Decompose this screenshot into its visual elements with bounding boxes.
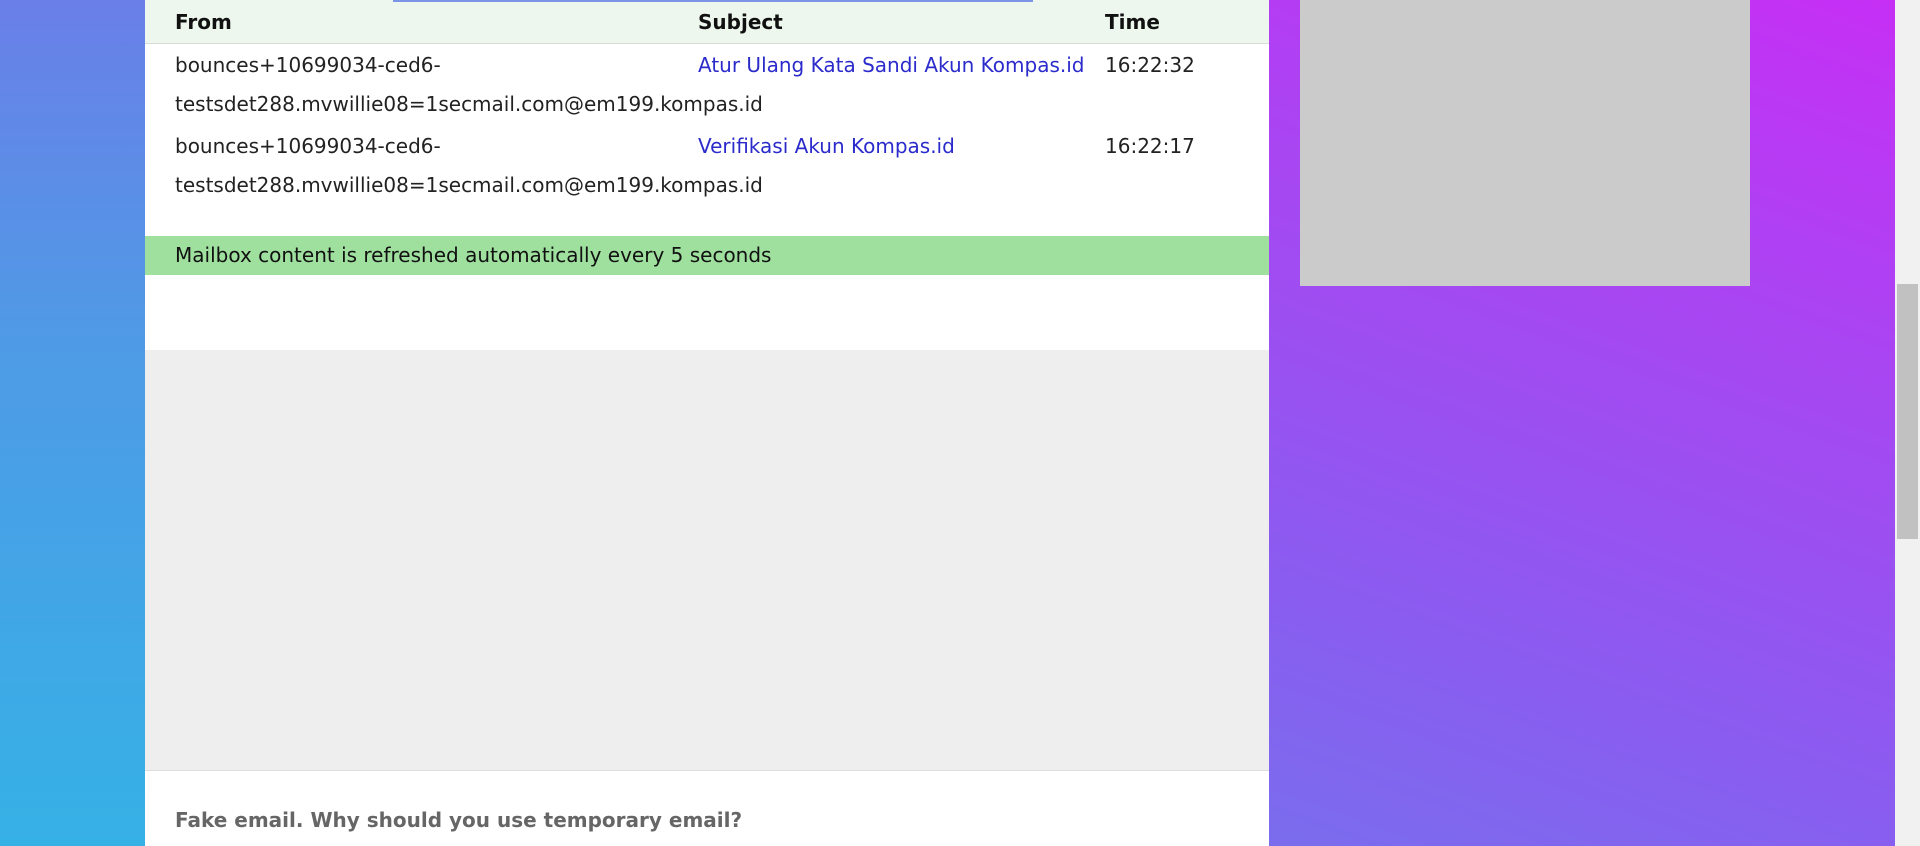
scrollbar-thumb[interactable] — [1897, 284, 1918, 539]
ad-area — [145, 350, 1269, 771]
ad-placeholder — [1300, 0, 1750, 286]
received-time: 16:22:32 — [1105, 53, 1195, 77]
header-subject: Subject — [698, 10, 783, 34]
inbox-table-header: From Subject Time — [145, 0, 1269, 44]
faq-heading: Fake email. Why should you use temporary… — [175, 808, 743, 832]
header-time: Time — [1105, 10, 1160, 34]
received-time: 16:22:17 — [1105, 134, 1195, 158]
header-accent-line — [393, 0, 1033, 2]
refresh-notice-text: Mailbox content is refreshed automatical… — [175, 243, 772, 267]
refresh-notice: Mailbox content is refreshed automatical… — [145, 236, 1269, 275]
header-from: From — [175, 10, 232, 34]
mailbox-panel: From Subject Time bounces+10699034-ced6-… — [145, 0, 1269, 846]
sender-address: bounces+10699034-ced6-testsdet288.mvwill… — [175, 53, 763, 116]
sender-address: bounces+10699034-ced6-testsdet288.mvwill… — [175, 134, 763, 197]
email-subject-link[interactable]: Atur Ulang Kata Sandi Akun Kompas.id — [698, 46, 1085, 85]
background-left — [0, 0, 145, 846]
page-scrollbar[interactable] — [1895, 0, 1920, 846]
email-subject-link[interactable]: Verifikasi Akun Kompas.id — [698, 127, 955, 166]
